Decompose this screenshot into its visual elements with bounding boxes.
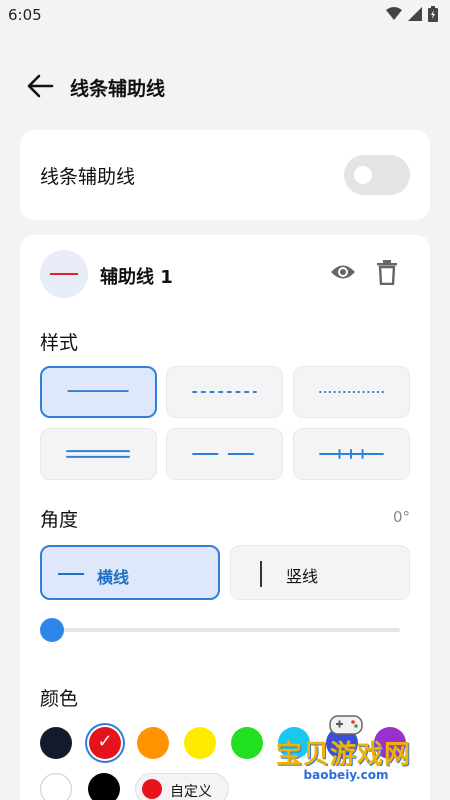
status-icons [386, 6, 438, 22]
horizontal-line-icon [58, 573, 84, 575]
style-option-dashed[interactable] [166, 366, 283, 418]
guide-toggle-card: 线条辅助线 [20, 130, 430, 220]
battery-icon [428, 6, 438, 22]
color-swatch-white[interactable] [40, 773, 72, 800]
back-arrow-icon[interactable] [26, 73, 54, 99]
angle-slider-track[interactable] [52, 628, 400, 632]
vertical-line-icon [260, 561, 262, 587]
dotted-line-icon [319, 391, 384, 393]
guide-title: 辅助线 1 [100, 267, 173, 288]
custom-color-button[interactable]: 自定义 [135, 773, 229, 800]
double-line-icon [66, 450, 130, 458]
custom-color-label: 自定义 [170, 784, 212, 800]
custom-color-dot [142, 779, 162, 799]
app-bar: 线条辅助线 [0, 60, 450, 112]
watermark-url: baobeiy.com [298, 766, 394, 784]
style-option-double[interactable] [40, 428, 157, 480]
line-preview-avatar [40, 250, 88, 298]
status-time: 6:05 [8, 6, 42, 24]
guide-toggle-label: 线条辅助线 [40, 166, 136, 188]
angle-value: 0° [392, 508, 410, 526]
color-swatch-black[interactable] [88, 773, 120, 800]
angle-slider-thumb[interactable] [40, 618, 64, 642]
style-option-dotted[interactable] [293, 366, 410, 418]
solid-line-icon [67, 390, 129, 392]
angle-section-label: 角度 [40, 509, 79, 531]
style-option-solid[interactable] [40, 366, 157, 418]
watermark-logo: 宝贝游戏网 baobeiy.com [276, 708, 416, 788]
checkmark-icon: ✓ [97, 731, 113, 752]
long-dash-line-icon [192, 453, 257, 455]
guide-toggle-switch[interactable] [344, 155, 410, 195]
dashed-line-icon [192, 391, 257, 393]
color-swatch-yellow[interactable] [184, 727, 216, 759]
style-option-tick-marks[interactable] [293, 428, 410, 480]
orientation-horizontal-label: 横线 [97, 568, 130, 587]
tick-line-icon [319, 449, 384, 459]
orientation-vertical-label: 竖线 [286, 567, 319, 586]
eye-icon[interactable] [330, 261, 356, 283]
cellular-icon [408, 7, 422, 21]
color-swatch-orange[interactable] [137, 727, 169, 759]
orientation-vertical-button[interactable]: 竖线 [230, 545, 410, 600]
color-swatch-green[interactable] [231, 727, 263, 759]
color-swatch-red[interactable]: ✓ [89, 727, 121, 759]
status-bar: 6:05 [0, 0, 450, 32]
style-option-long-dash[interactable] [166, 428, 283, 480]
orientation-horizontal-button[interactable]: 横线 [40, 545, 220, 600]
trash-icon[interactable] [376, 259, 398, 285]
style-section-label: 样式 [40, 332, 79, 354]
color-swatch-navy[interactable] [40, 727, 72, 759]
wifi-icon [386, 7, 402, 20]
color-section-label: 颜色 [40, 688, 79, 710]
toggle-knob [354, 166, 372, 184]
page-title: 线条辅助线 [70, 78, 166, 100]
line-preview-swatch [50, 273, 78, 275]
